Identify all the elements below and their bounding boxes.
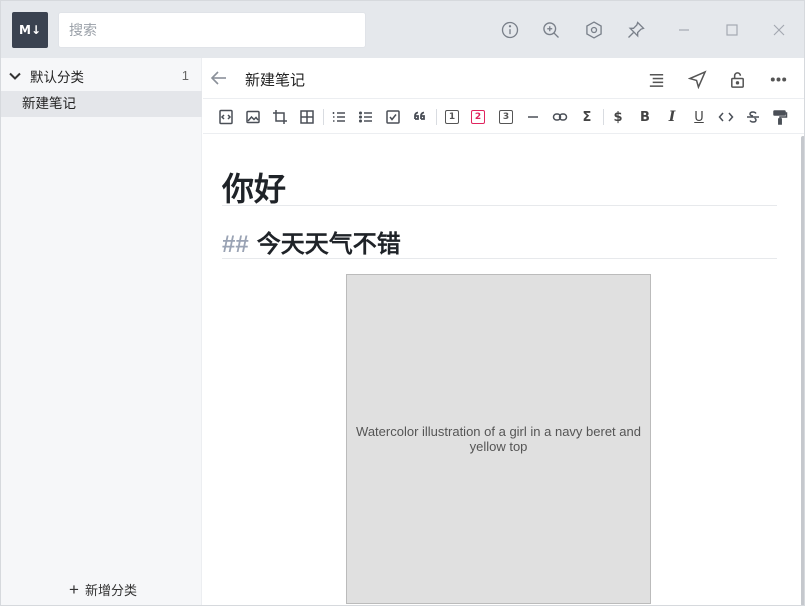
main-editor-area: 新建笔记 1 2 3 Σ $ B I U 你好 ## 今天天气不错 Waterc… xyxy=(203,58,804,605)
category-count: 1 xyxy=(181,68,189,83)
heading-marker: ## xyxy=(222,231,249,258)
editor-scrollbar[interactable] xyxy=(801,136,804,605)
code-icon[interactable] xyxy=(716,107,736,127)
plus-icon: + xyxy=(69,579,79,599)
close-icon[interactable] xyxy=(767,18,791,42)
minimize-icon[interactable] xyxy=(672,18,696,42)
toolbar-divider xyxy=(603,109,604,125)
send-icon[interactable] xyxy=(686,68,708,90)
add-category-button[interactable]: + 新增分类 xyxy=(69,580,137,599)
heading2-button[interactable]: 2 xyxy=(471,110,485,124)
app-logo: M↓ xyxy=(12,12,48,48)
image-icon[interactable] xyxy=(243,107,263,127)
info-icon[interactable] xyxy=(498,18,522,42)
heading-1: 你好 xyxy=(222,171,287,207)
outline-icon[interactable] xyxy=(645,68,667,90)
heading1-button[interactable]: 1 xyxy=(445,110,459,124)
title-bar: M↓ xyxy=(1,1,804,58)
table-icon[interactable] xyxy=(297,107,317,127)
ordered-list-icon[interactable] xyxy=(329,107,349,127)
category-label: 默认分类 xyxy=(30,70,84,85)
embedded-illustration: Watercolor illustration of a girl in a n… xyxy=(346,274,651,604)
sidebar-note-item[interactable]: 新建笔记 xyxy=(1,91,202,117)
inline-math-button[interactable]: $ xyxy=(608,107,628,127)
format-toolbar: 1 2 3 Σ $ B I U xyxy=(203,99,804,134)
toolbar-divider xyxy=(323,109,324,125)
category-default[interactable]: 默认分类 1 xyxy=(1,62,202,90)
maximize-icon[interactable] xyxy=(720,18,744,42)
horizontal-rule-icon[interactable] xyxy=(523,107,543,127)
italic-button[interactable]: I xyxy=(662,107,682,127)
add-category-label: 新增分类 xyxy=(84,583,137,598)
pin-icon[interactable] xyxy=(624,18,648,42)
zoom-in-icon[interactable] xyxy=(539,18,563,42)
illustration-girl-image: Watercolor illustration of a girl in a n… xyxy=(346,274,651,604)
toolbar-divider xyxy=(436,109,437,125)
format-painter-icon[interactable] xyxy=(770,107,790,127)
heading-underline xyxy=(222,205,777,206)
math-sigma-button[interactable]: Σ xyxy=(577,107,597,127)
heading-underline xyxy=(222,258,777,259)
source-mode-icon[interactable] xyxy=(216,107,236,127)
strikethrough-icon[interactable] xyxy=(743,107,763,127)
bold-button[interactable]: B xyxy=(635,107,655,127)
lock-icon[interactable] xyxy=(726,68,748,90)
sidebar: 默认分类 1 新建笔记 + 新增分类 xyxy=(1,58,202,605)
heading-2-text: 今天天气不错 xyxy=(256,231,401,258)
checkbox-icon[interactable] xyxy=(383,107,403,127)
underline-button[interactable]: U xyxy=(689,107,709,127)
chevron-down-icon[interactable] xyxy=(8,69,22,83)
settings-icon[interactable] xyxy=(582,18,606,42)
link-icon[interactable] xyxy=(550,107,570,127)
heading-2: ## 今天天气不错 xyxy=(222,224,401,259)
app-window: M↓ 默认分类 1 新建笔记 xyxy=(0,0,805,606)
document-header: 新建笔记 xyxy=(203,58,804,99)
crop-icon[interactable] xyxy=(270,107,290,127)
bullet-list-icon[interactable] xyxy=(356,107,376,127)
search-input[interactable] xyxy=(58,12,366,48)
more-icon[interactable] xyxy=(767,68,789,90)
editor-content[interactable]: 你好 ## 今天天气不错 Watercolor illustration of a… xyxy=(222,134,777,604)
quote-icon[interactable] xyxy=(410,107,430,127)
back-arrow-icon[interactable] xyxy=(209,68,231,90)
document-title[interactable]: 新建笔记 xyxy=(245,69,305,90)
heading3-button[interactable]: 3 xyxy=(499,110,513,124)
